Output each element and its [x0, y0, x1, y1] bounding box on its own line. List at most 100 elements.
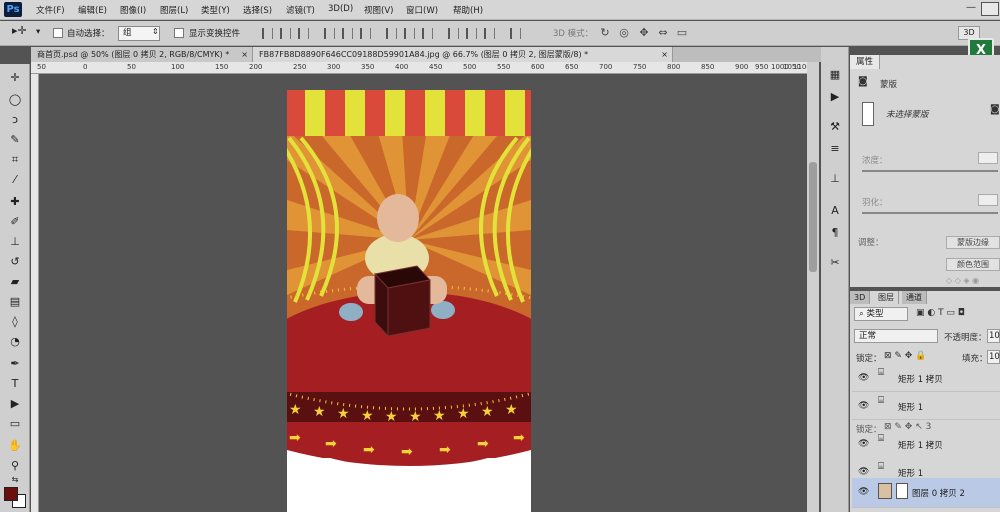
adjustments-icon[interactable]: ≡	[827, 141, 843, 157]
color-range-button[interactable]: 颜色范围	[946, 258, 1000, 271]
crop-tool-icon[interactable]: ⌗	[6, 152, 24, 168]
chevron-down-icon[interactable]: ▾	[36, 27, 40, 37]
layer-row-selected[interactable]: 👁 图层 0 拷贝 2	[852, 478, 1000, 508]
layer-row[interactable]: 👁 ⌸ 矩形 1	[852, 392, 1000, 420]
document-tab-jpg[interactable]: FB87FB8D8890F646CC09188D59901A84.jpg @ 6…	[253, 47, 673, 62]
visibility-eye-icon[interactable]: 👁	[858, 487, 869, 497]
stamp-tool-icon[interactable]: ⊥	[6, 234, 24, 250]
move-tool-icon[interactable]: ✛	[6, 70, 24, 86]
hand-tool-icon[interactable]: ✋	[6, 438, 24, 454]
density-input[interactable]	[978, 152, 998, 164]
menu-file[interactable]: 文件(F)	[36, 4, 65, 16]
align-left-icon[interactable]	[324, 28, 335, 39]
menu-edit[interactable]: 编辑(E)	[78, 4, 107, 16]
align-hcenter-icon[interactable]	[342, 28, 353, 39]
menu-3d[interactable]: 3D(D)	[328, 4, 353, 14]
blend-mode-dropdown[interactable]: 正常	[854, 329, 938, 343]
align-bottom-icon[interactable]	[298, 28, 309, 39]
fill-input[interactable]: 10	[987, 350, 1000, 364]
move-tool-icon[interactable]: ▸✛	[12, 24, 27, 37]
swap-colors-icon[interactable]: ⇆	[6, 472, 24, 488]
gradient-tool-icon[interactable]: ▤	[6, 294, 24, 310]
history-brush-icon[interactable]: ↺	[6, 254, 24, 270]
mask-edge-button[interactable]: 蒙版边缘	[946, 236, 1000, 249]
density-slider[interactable]	[862, 170, 998, 172]
pen-tool-icon[interactable]: ✒	[6, 356, 24, 372]
lasso-tool-icon[interactable]: ↄ	[6, 112, 24, 128]
distribute-bottom-icon[interactable]	[422, 28, 433, 39]
feather-slider[interactable]	[862, 212, 998, 214]
align-vcenter-icon[interactable]	[280, 28, 291, 39]
actions-play-icon[interactable]: ▶	[827, 89, 843, 105]
visibility-eye-icon[interactable]: 👁	[858, 373, 869, 383]
distribute-hcenter-icon[interactable]	[466, 28, 477, 39]
tab-channels[interactable]: 通道	[902, 291, 927, 304]
character-icon[interactable]: A	[827, 203, 843, 219]
distribute-vcenter-icon[interactable]	[404, 28, 415, 39]
text-tool-icon[interactable]: T	[6, 376, 24, 392]
apply-mask-icons[interactable]: ◇ ◇ ◈ ◉	[946, 276, 979, 285]
feather-input[interactable]	[978, 194, 998, 206]
minimize-button[interactable]: —	[962, 2, 980, 16]
auto-select-checkbox[interactable]	[53, 28, 63, 38]
tab-3d[interactable]: 3D	[850, 291, 871, 304]
menu-window[interactable]: 窗口(W)	[406, 4, 438, 16]
align-right-icon[interactable]	[360, 28, 371, 39]
brush-presets-icon[interactable]: ⊥	[827, 171, 843, 187]
foreground-color-swatch[interactable]	[4, 487, 18, 501]
quick-select-tool-icon[interactable]: ✎	[6, 132, 24, 148]
vertical-scrollbar[interactable]	[807, 62, 819, 512]
slide-3d-icon[interactable]: ⇔	[656, 27, 670, 39]
layer-row[interactable]: 👁 ⌸ 矩形 1 拷贝	[852, 430, 1000, 458]
scale-3d-icon[interactable]: ▭	[675, 27, 689, 39]
opacity-input[interactable]: 10	[987, 329, 1000, 343]
visibility-eye-icon[interactable]: 👁	[858, 401, 869, 411]
document-canvas[interactable]: ★ ★ ★ ★ ★ ★ ★ ★ ★ ★ ➡ ➡ ➡ ➡ ➡ ➡ ➡	[287, 90, 531, 512]
align-top-icon[interactable]	[262, 28, 273, 39]
scrollbar-thumb[interactable]	[809, 162, 817, 272]
distribute-top-icon[interactable]	[386, 28, 397, 39]
maximize-button[interactable]	[981, 2, 999, 16]
menu-help[interactable]: 帮助(H)	[453, 4, 483, 16]
close-icon[interactable]: ×	[241, 47, 248, 62]
tools-icon[interactable]: ✂	[827, 255, 843, 271]
layer-name[interactable]: 矩形 1	[898, 401, 923, 413]
path-select-tool-icon[interactable]: ▶	[6, 396, 24, 412]
layer-mask-thumbnail[interactable]	[896, 483, 908, 499]
menu-view[interactable]: 视图(V)	[364, 4, 393, 16]
menu-type[interactable]: 类型(Y)	[201, 4, 230, 16]
layer-name[interactable]: 图层 0 拷贝 2	[912, 487, 965, 499]
rotate-3d-icon[interactable]: ↻	[598, 27, 612, 39]
layer-name[interactable]: 矩形 1 拷贝	[898, 373, 943, 385]
vector-mask-icon[interactable]: ◙	[990, 104, 1000, 115]
visibility-eye-icon[interactable]: 👁	[858, 467, 869, 477]
tool-presets-icon[interactable]: ⚒	[827, 119, 843, 135]
layer-row[interactable]: 👁 ⌸ 矩形 1 拷贝	[852, 364, 1000, 392]
filter-icons[interactable]: ▣ ◐ T ▭ ◘	[916, 308, 965, 318]
rectangle-tool-icon[interactable]: ▭	[6, 416, 24, 432]
healing-tool-icon[interactable]: ✚	[6, 194, 24, 210]
distribute-left-icon[interactable]	[448, 28, 459, 39]
close-icon[interactable]: ×	[661, 47, 668, 62]
marquee-tool-icon[interactable]: ◯	[6, 92, 24, 108]
menu-filter[interactable]: 滤镜(T)	[286, 4, 315, 16]
menu-select[interactable]: 选择(S)	[243, 4, 272, 16]
visibility-eye-icon[interactable]: 👁	[858, 439, 869, 449]
drag-3d-icon[interactable]: ✥	[637, 27, 651, 39]
eyedropper-tool-icon[interactable]: ⁄	[6, 172, 24, 188]
history-icon[interactable]: ▦	[827, 67, 843, 83]
layer-name[interactable]: 矩形 1 拷贝	[898, 439, 943, 451]
dodge-tool-icon[interactable]: ◔	[6, 334, 24, 350]
menu-image[interactable]: 图像(I)	[120, 4, 146, 16]
auto-align-icon[interactable]	[510, 28, 521, 39]
document-tab-psd[interactable]: 商首页.psd @ 50% (图层 0 拷贝 2, RGB/8/CMYK) * …	[31, 47, 253, 62]
show-transform-checkbox[interactable]	[174, 28, 184, 38]
eraser-tool-icon[interactable]: ▰	[6, 274, 24, 290]
paragraph-icon[interactable]: ¶	[827, 225, 843, 241]
brush-tool-icon[interactable]: ✐	[6, 214, 24, 230]
tab-layers[interactable]: 图层	[874, 291, 899, 304]
lock-icons[interactable]: ⊠ ✎ ✥ 🔒	[884, 351, 926, 361]
menu-layer[interactable]: 图层(L)	[160, 4, 188, 16]
layer-filter-dropdown[interactable]: ⌕ 类型	[854, 307, 908, 321]
roll-3d-icon[interactable]: ◎	[617, 27, 631, 39]
